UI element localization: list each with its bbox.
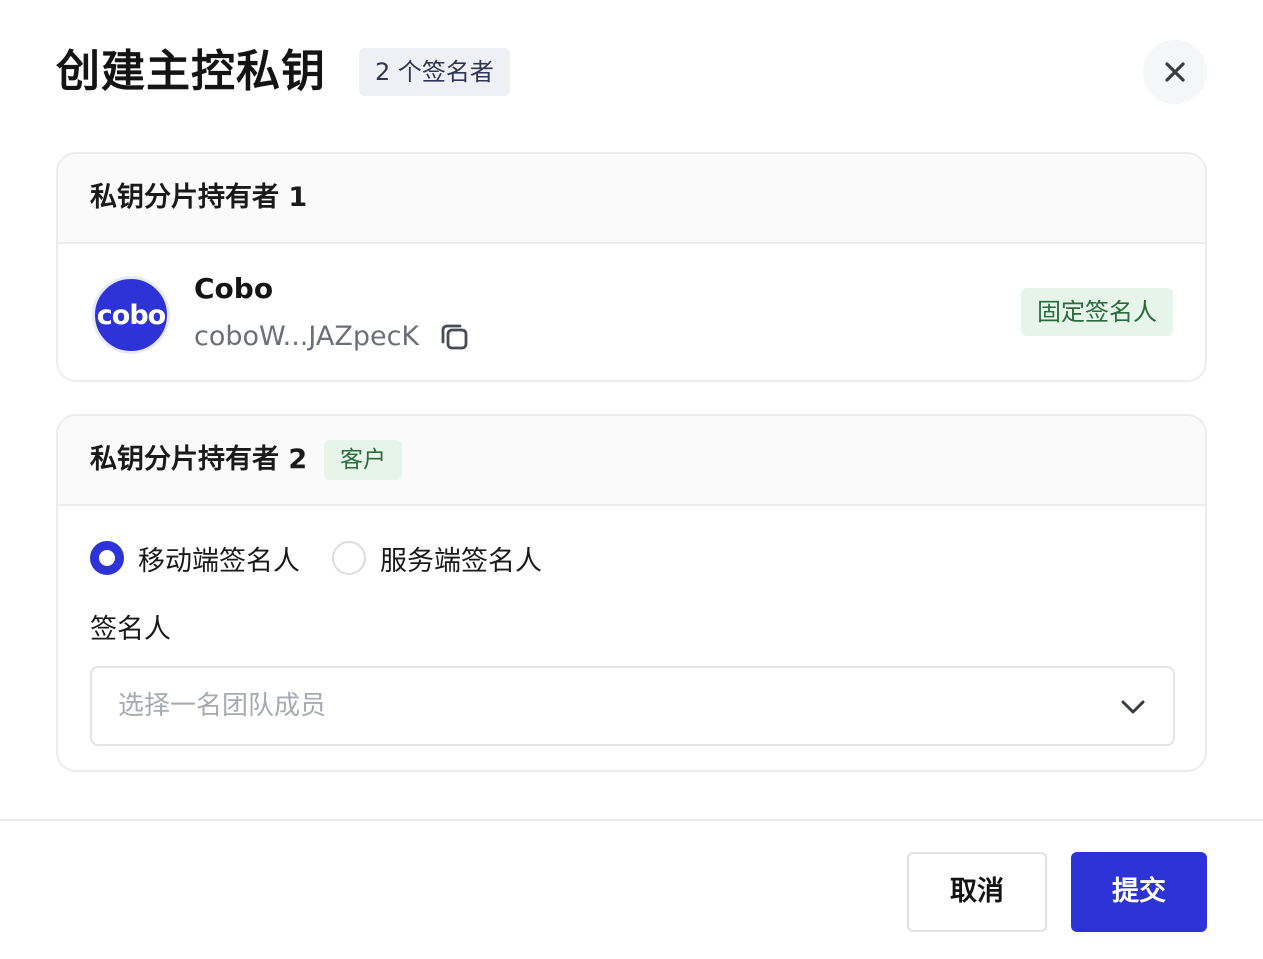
holder-address: coboW...JAZpecK bbox=[194, 321, 420, 352]
card-header: 私钥分片持有者 2 客户 bbox=[58, 416, 1205, 506]
customer-badge: 客户 bbox=[324, 440, 402, 480]
radio-label: 服务端签名人 bbox=[380, 545, 542, 577]
holder-name: Cobo bbox=[194, 272, 274, 305]
chevron-down-icon bbox=[1121, 700, 1145, 714]
radio-label: 移动端签名人 bbox=[138, 545, 300, 577]
key-holder-card-1: 私钥分片持有者 1 cobo Cobo coboW...JAZpecK 固定签名… bbox=[56, 152, 1207, 382]
signer-count-badge: 2 个签名者 bbox=[359, 48, 510, 96]
select-placeholder: 选择一名团队成员 bbox=[118, 691, 327, 721]
signer-type-radio-group: 移动端签名人 服务端签名人 bbox=[90, 538, 574, 578]
signer-select[interactable]: 选择一名团队成员 bbox=[90, 666, 1175, 746]
page-title: 创建主控私钥 bbox=[56, 46, 326, 97]
radio-unchecked-icon[interactable] bbox=[332, 541, 366, 575]
copy-address-button[interactable] bbox=[438, 320, 472, 354]
fixed-signer-badge: 固定签名人 bbox=[1021, 288, 1173, 336]
card-body: cobo Cobo coboW...JAZpecK 固定签名人 bbox=[58, 244, 1205, 380]
card-title: 私钥分片持有者 2 bbox=[90, 444, 308, 475]
close-icon bbox=[1165, 62, 1185, 82]
cancel-button[interactable]: 取消 bbox=[907, 852, 1047, 932]
card-title: 私钥分片持有者 1 bbox=[90, 182, 308, 213]
key-holder-card-2: 私钥分片持有者 2 客户 移动端签名人 服务端签名人 签名人 选择一名团队成员 bbox=[56, 414, 1207, 772]
close-button[interactable] bbox=[1143, 40, 1207, 104]
card-header: 私钥分片持有者 1 bbox=[58, 154, 1205, 244]
avatar: cobo bbox=[92, 276, 170, 354]
signer-field-label: 签名人 bbox=[90, 614, 171, 645]
radio-mobile-signer[interactable]: 移动端签名人 bbox=[90, 539, 300, 578]
cobo-logo: cobo bbox=[96, 299, 166, 331]
modal-header: 创建主控私钥 2 个签名者 bbox=[56, 40, 1207, 104]
radio-checked-icon[interactable] bbox=[90, 541, 124, 575]
footer-divider bbox=[0, 819, 1263, 821]
radio-server-signer[interactable]: 服务端签名人 bbox=[332, 539, 542, 578]
submit-button[interactable]: 提交 bbox=[1071, 852, 1207, 932]
copy-icon bbox=[441, 324, 468, 350]
